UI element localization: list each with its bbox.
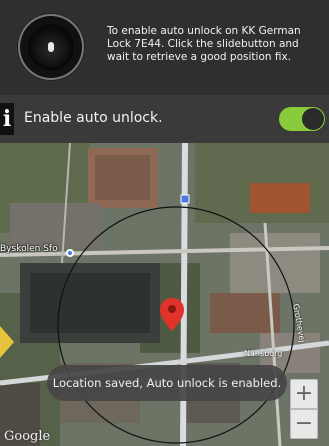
zoom-out-button[interactable]: − [290, 409, 318, 439]
instruction-text: To enable auto unlock on KK German Lock … [107, 25, 301, 63]
auto-unlock-row: i Enable auto unlock. [0, 95, 329, 144]
info-icon[interactable]: i [0, 103, 14, 135]
google-attribution: Google [4, 429, 51, 444]
auto-unlock-switch[interactable] [279, 107, 325, 131]
zoom-in-button[interactable]: + [290, 379, 318, 409]
info-glyph: i [2, 106, 12, 132]
lock-icon [20, 16, 82, 78]
map-view[interactable]: Byskolen Sfo Nansborg Grothevej Google +… [0, 143, 329, 446]
switch-knob[interactable] [302, 108, 324, 130]
auto-unlock-label: Enable auto unlock. [24, 110, 163, 126]
street-label-nansborg: Nansborg [244, 349, 283, 358]
toast-message: Location saved, Auto unlock is enabled. [47, 365, 287, 401]
place-label: Byskolen Sfo [0, 244, 58, 254]
header-panel: To enable auto unlock on KK German Lock … [0, 0, 329, 96]
callout-arrow [0, 326, 14, 358]
